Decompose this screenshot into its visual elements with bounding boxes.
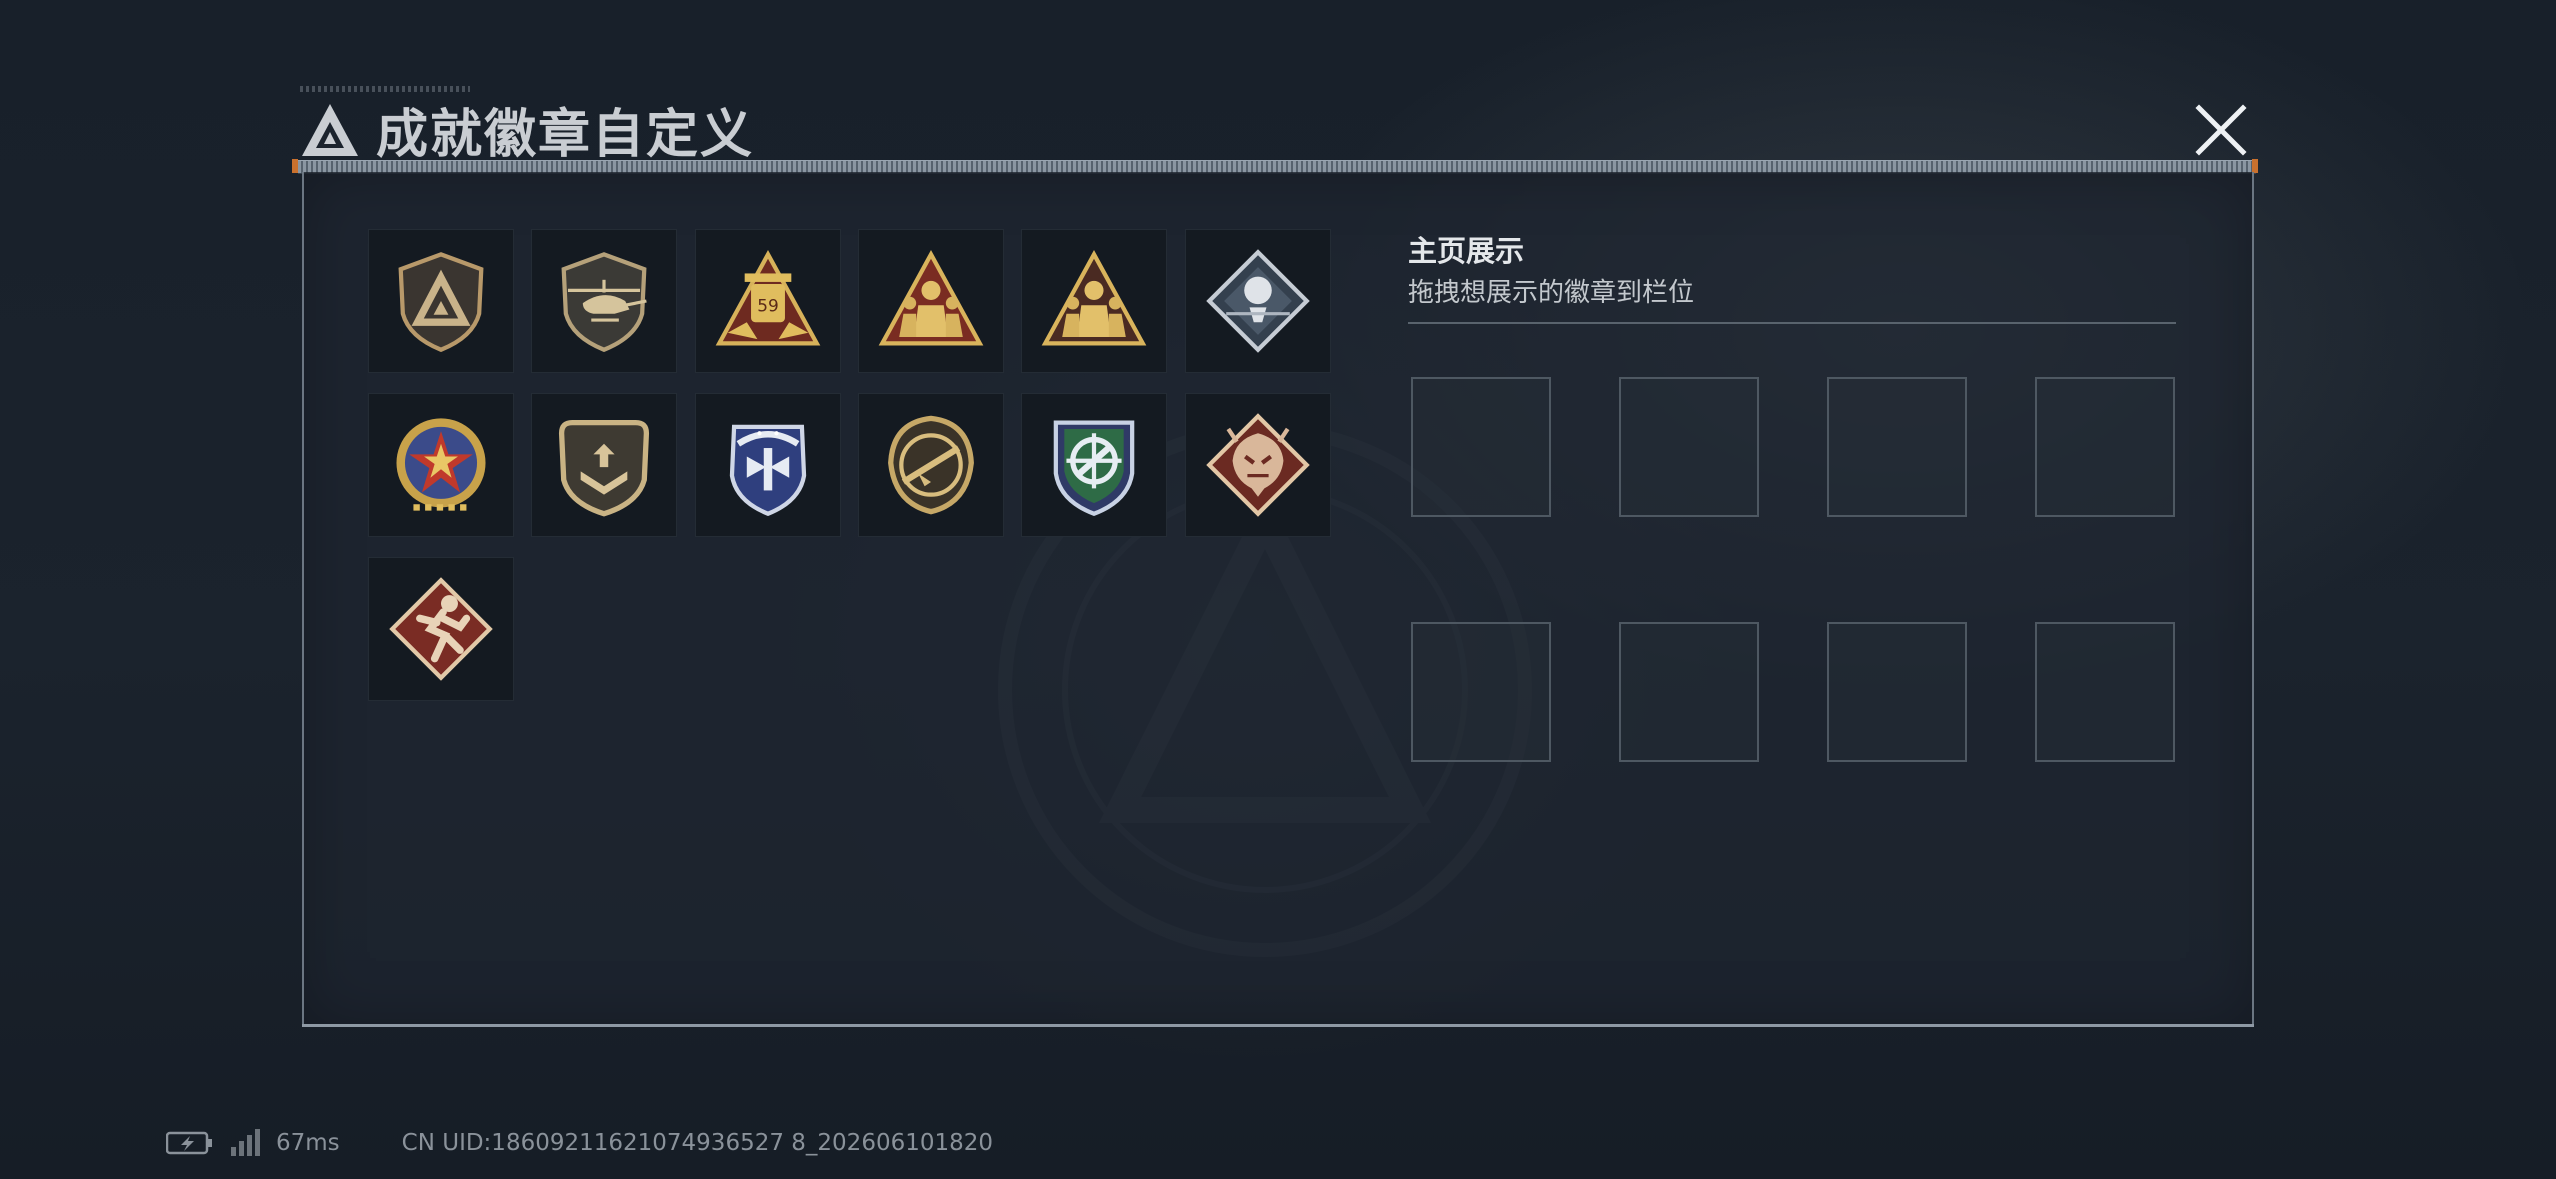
showcase-slot[interactable] <box>1411 377 1551 517</box>
showcase-divider <box>1408 322 2176 324</box>
delta-logo-icon <box>302 104 358 156</box>
showcase-slot[interactable] <box>1619 622 1759 762</box>
signal-icon <box>231 1129 260 1156</box>
runner-diamond-badge-icon <box>389 577 493 681</box>
team-red-triangle-badge-icon <box>878 249 984 346</box>
rose-diamond-badge-icon <box>1206 249 1310 353</box>
badge-tile[interactable] <box>368 393 514 537</box>
battery-charging-icon <box>166 1131 212 1155</box>
badge-tile[interactable] <box>1185 229 1331 373</box>
badge-tile[interactable] <box>695 393 841 537</box>
badge-tile[interactable] <box>531 229 677 373</box>
badge-tile[interactable]: 59 <box>695 229 841 373</box>
status-bar: 67ms CN UID:18609211621074936527 8_20260… <box>166 1128 993 1158</box>
showcase-slot[interactable] <box>1827 622 1967 762</box>
badge-tile[interactable] <box>858 229 1004 373</box>
ping-value: 67ms <box>276 1130 340 1156</box>
emblem-shield-badge-icon <box>398 252 484 353</box>
showcase-slot[interactable] <box>2035 377 2175 517</box>
badge-number-label: 59 <box>757 296 779 316</box>
showcase-slot[interactable] <box>1411 622 1551 762</box>
crosshair-green-shield-badge-icon <box>1053 420 1135 517</box>
close-button[interactable] <box>2187 100 2255 160</box>
showcase-instructions: 拖拽想展示的徽章到栏位 <box>1408 278 1695 308</box>
star-medal-badge-icon <box>396 418 486 511</box>
gold-59-badge-icon: 59 <box>715 249 821 346</box>
close-icon <box>2195 104 2247 156</box>
screen: 成就徽章自定义 59 主页展示 拖拽想展示的徽章到栏位 67ms CN UID:… <box>0 0 2556 1179</box>
panel-bottom-border <box>302 1024 2254 1027</box>
badge-tile[interactable] <box>368 229 514 373</box>
chevron-shield-badge-icon <box>558 419 650 517</box>
badge-tile[interactable] <box>1185 393 1331 537</box>
dragon-diamond-badge-icon <box>1206 413 1310 517</box>
badge-tile[interactable] <box>531 393 677 537</box>
wings-blue-shield-badge-icon <box>729 424 807 517</box>
badge-tile[interactable] <box>368 557 514 701</box>
showcase-title: 主页展示 <box>1408 234 1525 268</box>
rifle-round-badge-icon <box>888 415 974 515</box>
page-title: 成就徽章自定义 <box>376 105 755 165</box>
badge-tile[interactable] <box>1021 393 1167 537</box>
showcase-slot[interactable] <box>1619 377 1759 517</box>
badge-tile[interactable] <box>858 393 1004 537</box>
title-bar-cap-right <box>2252 159 2258 173</box>
helicopter-badge-icon <box>561 252 647 353</box>
showcase-slot[interactable] <box>1827 377 1967 517</box>
user-uid: CN UID:18609211621074936527 8_2026061018… <box>401 1130 994 1156</box>
team-dark-triangle-badge-icon <box>1041 249 1147 346</box>
showcase-slot[interactable] <box>2035 622 2175 762</box>
badge-tile[interactable] <box>1021 229 1167 373</box>
